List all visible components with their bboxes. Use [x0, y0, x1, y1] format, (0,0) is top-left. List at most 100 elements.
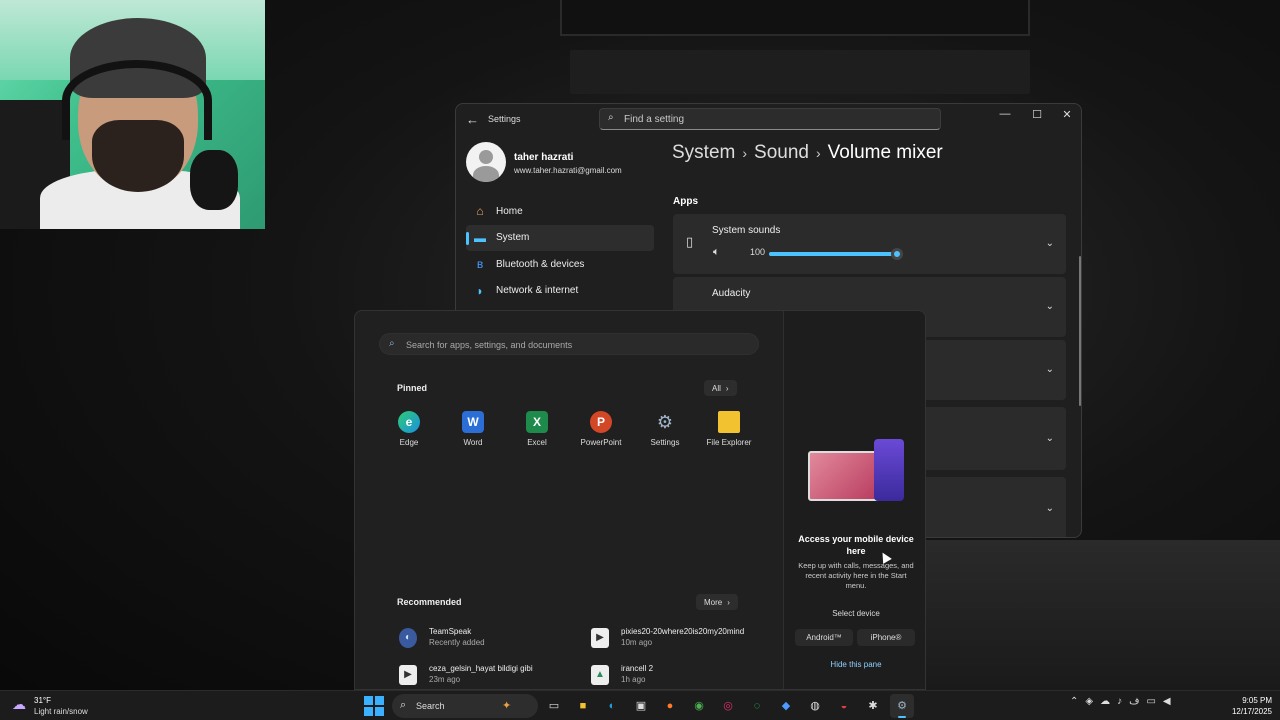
sidebar-item-network[interactable]: ◗ Network & internet — [466, 278, 654, 305]
settings-nav: ⌂ Home ▬ System ʙ Bluetooth & devices ◗ … — [466, 198, 654, 304]
clock-time: 9:05 PM — [1242, 696, 1272, 705]
chevron-down-icon[interactable]: ⌄ — [1046, 301, 1054, 312]
back-arrow-icon[interactable]: ← — [466, 112, 479, 127]
breadcrumb: System › Sound › Volume mixer — [672, 142, 943, 164]
weather-icon: ☁ — [12, 696, 26, 712]
weather-widget[interactable]: ☁ 31°F Light rain/snow — [12, 694, 122, 718]
obs-icon[interactable]: ◍ — [803, 694, 827, 718]
bluetooth-icon: ʙ — [476, 257, 484, 271]
app-name: System sounds — [712, 225, 781, 236]
volume-icon[interactable]: 🔈︎ — [713, 246, 720, 259]
search-highlight-icon: ✦ — [502, 700, 512, 712]
recommended-item[interactable]: ◐ TeamSpeak Recently added — [399, 625, 589, 651]
taskbar-apps: ▭ ■ ◐ ▣ ● ◉ ◎ ◌ ◆ ◍ ◒ ✱ ⚙ — [542, 694, 914, 718]
start-search-input[interactable] — [406, 338, 746, 352]
app-card-system-sounds[interactable]: ▯ System sounds 🔈︎ 100 ⌄ — [673, 214, 1066, 274]
volume-slider[interactable] — [769, 248, 903, 260]
breadcrumb-sound[interactable]: Sound — [754, 142, 809, 163]
pinned-app-word[interactable]: W Word — [441, 411, 505, 455]
sidebar-item-home[interactable]: ⌂ Home — [466, 198, 654, 225]
app-icon-2[interactable]: ✱ — [861, 694, 885, 718]
volume-icon[interactable]: ◀︎ — [1163, 696, 1171, 707]
edge-icon[interactable]: ◐ — [600, 694, 624, 718]
onedrive-icon[interactable]: ☁ — [1100, 696, 1110, 707]
window-title: Settings — [488, 114, 521, 124]
language-icon[interactable]: ف — [1129, 696, 1139, 707]
image-file-icon: ▲ — [591, 665, 609, 685]
breadcrumb-system[interactable]: System — [672, 142, 735, 163]
recommended-item-sub: 1h ago — [621, 675, 646, 684]
recommended-item[interactable]: ▶ ceza_gelsin_hayat bildigi gibi 23m ago — [399, 662, 589, 688]
pinned-app-excel[interactable]: X Excel — [505, 411, 569, 455]
find-setting-input[interactable] — [624, 112, 924, 127]
start-button[interactable] — [364, 696, 384, 716]
recommended-item-sub: Recently added — [429, 638, 485, 647]
close-button[interactable]: ✕ — [1052, 108, 1081, 126]
pinned-app-label: Excel — [527, 438, 547, 447]
chevron-right-icon: › — [742, 145, 748, 161]
microphone-icon — [190, 150, 238, 210]
user-profile[interactable]: taher hazrati www.taher.hazrati@gmail.co… — [466, 142, 656, 184]
scrollbar[interactable] — [1079, 256, 1081, 406]
pinned-app-label: Edge — [399, 438, 419, 447]
firefox-icon[interactable]: ● — [658, 694, 682, 718]
recommended-header: Recommended — [397, 597, 462, 607]
excel-icon: X — [526, 411, 548, 433]
network-icon: ◗ — [476, 283, 484, 298]
headset-icon — [62, 60, 212, 140]
select-device-label: Select device — [832, 609, 880, 618]
maximize-button[interactable]: ☐ — [1022, 108, 1052, 126]
iphone-button[interactable]: iPhone® — [857, 629, 915, 646]
page-title: Volume mixer — [827, 142, 943, 163]
pinned-app-edge[interactable]: e Edge — [377, 411, 441, 455]
task-view-icon[interactable]: ▭ — [542, 694, 566, 718]
taskbar-search-label: Search — [416, 701, 445, 711]
edge-icon: e — [398, 411, 420, 433]
taskbar: ☁ 31°F Light rain/snow ⌕ Search ✦ ▭ ■ ◐ ▣ ● ◉… — [0, 690, 1280, 720]
sidebar-item-bluetooth[interactable]: ʙ Bluetooth & devices — [466, 251, 654, 278]
chevron-down-icon[interactable]: ⌄ — [1046, 364, 1054, 375]
all-apps-button[interactable]: All › — [704, 380, 737, 396]
hide-pane-link[interactable]: Hide this pane — [794, 660, 918, 669]
recommended-item[interactable]: ▶ pixies20-20where20is20my20mind 10m ago — [591, 625, 781, 651]
whatsapp-icon[interactable]: ◌ — [745, 694, 769, 718]
microphone-icon[interactable]: ♪ — [1117, 696, 1122, 707]
volume-slider-thumb[interactable] — [891, 248, 903, 260]
pinned-app-settings[interactable]: ⚙ Settings — [633, 411, 697, 455]
chevron-right-icon: › — [815, 145, 821, 161]
chevron-down-icon[interactable]: ⌄ — [1046, 238, 1054, 249]
system-tray: ⌃ ◈ ☁ ♪ ف ▭ ◀︎ — [1070, 696, 1171, 707]
settings-icon[interactable]: ⚙ — [890, 694, 914, 718]
network-icon[interactable]: ▭ — [1146, 696, 1155, 707]
minimize-button[interactable]: — — [990, 108, 1020, 126]
find-setting-search[interactable]: ⌕ — [599, 108, 941, 130]
folder-icon — [718, 411, 740, 433]
phone-link-description: Keep up with calls, messages, and recent… — [798, 561, 914, 590]
taskbar-search[interactable]: ⌕ Search ✦ — [392, 694, 538, 718]
tray-app-icon[interactable]: ◈ — [1085, 696, 1093, 707]
chevron-down-icon[interactable]: ⌄ — [1046, 433, 1054, 444]
store-icon[interactable]: ▣ — [629, 694, 653, 718]
recommended-item-name: ceza_gelsin_hayat bildigi gibi — [429, 664, 533, 673]
file-explorer-icon[interactable]: ■ — [571, 694, 595, 718]
search-icon: ⌕ — [608, 112, 614, 123]
webcam-overlay — [0, 0, 265, 229]
shield-icon[interactable]: ◆ — [774, 694, 798, 718]
start-search[interactable]: ⌕ — [379, 333, 759, 355]
sidebar-item-label: System — [496, 232, 530, 244]
sidebar-item-system[interactable]: ▬ System — [466, 224, 654, 251]
recommended-item[interactable]: ▲ irancell 2 1h ago — [591, 662, 781, 688]
instagram-icon[interactable]: ◎ — [716, 694, 740, 718]
more-button[interactable]: More › — [696, 594, 738, 610]
chevron-down-icon[interactable]: ⌄ — [1046, 503, 1054, 514]
home-icon: ⌂ — [476, 204, 484, 218]
titlebar: ← Settings ⌕ — ☐ ✕ — [456, 104, 1081, 134]
chrome-icon[interactable]: ◉ — [687, 694, 711, 718]
app-icon[interactable]: ◒ — [832, 694, 856, 718]
chevron-up-icon[interactable]: ⌃ — [1070, 696, 1078, 707]
pinned-app-file-explorer[interactable]: File Explorer — [697, 411, 761, 455]
pinned-app-powerpoint[interactable]: P PowerPoint — [569, 411, 633, 455]
android-button[interactable]: Android™ — [795, 629, 853, 646]
clock[interactable]: 9:05 PM 12/17/2025 — [1222, 695, 1272, 717]
recommended-item-name: TeamSpeak — [429, 627, 472, 636]
